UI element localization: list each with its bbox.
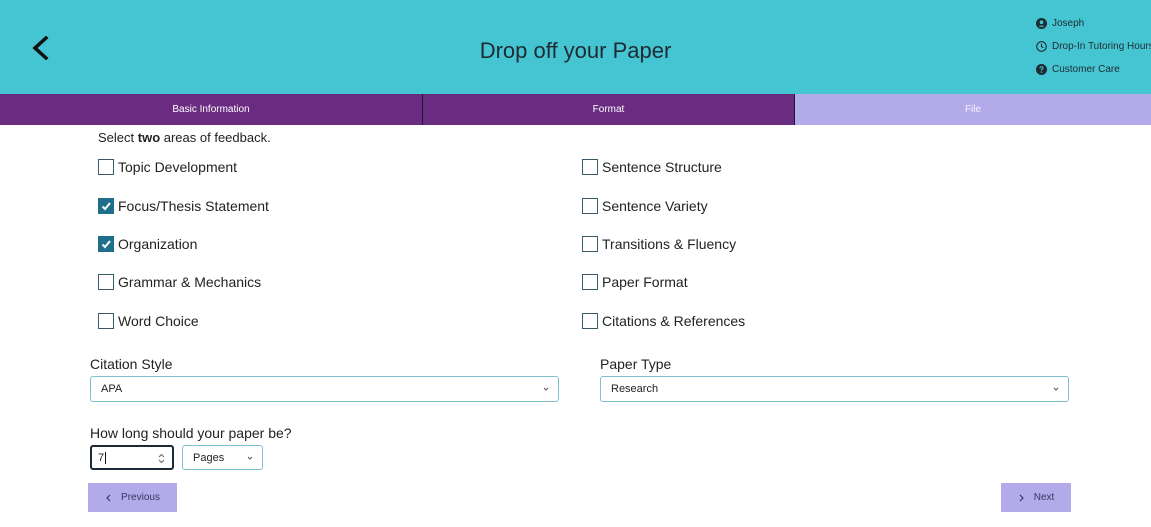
citation-style-label: Citation Style <box>90 356 173 372</box>
paper-length-label: How long should your paper be? <box>90 425 292 441</box>
checkbox-sentence-variety[interactable]: Sentence Variety <box>582 197 708 215</box>
chevron-right-icon <box>1019 494 1024 501</box>
checkbox[interactable] <box>582 274 598 290</box>
next-button-label: Next <box>1033 492 1055 503</box>
checkbox-label: Paper Format <box>602 274 688 290</box>
clock-icon <box>1036 41 1047 52</box>
customer-care-label: Customer Care <box>1052 64 1120 75</box>
page-title: Drop off your Paper <box>479 38 672 63</box>
feedback-instruction: Select two areas of feedback. <box>98 130 271 145</box>
checkbox-sentence-structure[interactable]: Sentence Structure <box>582 158 722 176</box>
checkbox[interactable] <box>98 198 114 214</box>
tutoring-hours-link[interactable]: Drop-In Tutoring Hours <box>1026 35 1151 58</box>
checkbox-label: Sentence Structure <box>602 159 722 175</box>
checkbox[interactable] <box>98 236 114 252</box>
checkbox[interactable] <box>582 198 598 214</box>
checkbox-label: Transitions & Fluency <box>602 236 737 252</box>
tutoring-hours-label: Drop-In Tutoring Hours <box>1052 41 1151 52</box>
paper-type-value: Research <box>611 383 659 395</box>
checkbox[interactable] <box>98 274 114 290</box>
paper-length-value: 7 <box>98 451 105 464</box>
checkbox[interactable] <box>98 313 114 329</box>
checkbox-label: Topic Development <box>118 159 238 175</box>
previous-button[interactable]: Previous <box>88 483 177 512</box>
chevron-left-icon <box>106 494 111 501</box>
previous-button-label: Previous <box>121 492 160 503</box>
checkbox-topic-development[interactable]: Topic Development <box>98 158 237 176</box>
checkmark-icon <box>101 240 111 249</box>
checkbox[interactable] <box>582 313 598 329</box>
chevron-down-icon <box>247 456 253 460</box>
app-header: Drop off your Paper Joseph Drop-In Tutor… <box>0 0 1151 94</box>
tab-file[interactable]: File <box>795 94 1151 125</box>
checkbox[interactable] <box>98 159 114 175</box>
paper-type-select[interactable]: Research <box>600 376 1069 402</box>
paper-length-input[interactable]: 7 <box>90 445 174 470</box>
checkbox-citations-references[interactable]: Citations & References <box>582 312 745 330</box>
checkbox-focus-thesis[interactable]: Focus/Thesis Statement <box>98 197 269 215</box>
text-cursor <box>105 451 107 464</box>
checkbox-organization[interactable]: Organization <box>98 235 197 253</box>
spinner-arrows-icon[interactable] <box>157 453 166 464</box>
checkbox-grammar-mechanics[interactable]: Grammar & Mechanics <box>98 273 261 291</box>
instruction-suffix: areas of feedback. <box>160 130 271 145</box>
instruction-prefix: Select <box>98 130 138 145</box>
user-circle-icon <box>1036 18 1047 29</box>
citation-style-value: APA <box>101 383 123 395</box>
checkbox[interactable] <box>582 159 598 175</box>
instruction-emphasis: two <box>137 130 161 145</box>
tab-format[interactable]: Format <box>423 94 795 125</box>
checkbox[interactable] <box>582 236 598 252</box>
checkbox-label: Focus/Thesis Statement <box>118 198 269 214</box>
chevron-down-icon <box>543 387 549 391</box>
checkbox-label: Word Choice <box>118 313 199 329</box>
step-tabs: Basic Information Format File <box>0 94 1151 125</box>
user-link[interactable]: Joseph <box>1026 12 1151 35</box>
chevron-down-icon <box>1053 387 1059 391</box>
checkbox-label: Grammar & Mechanics <box>118 274 262 290</box>
paper-type-label: Paper Type <box>600 356 672 372</box>
question-circle-icon <box>1036 64 1047 75</box>
citation-style-select[interactable]: APA <box>90 376 559 402</box>
customer-care-link[interactable]: Customer Care <box>1026 58 1151 81</box>
checkbox-label: Organization <box>118 236 198 252</box>
user-link-label: Joseph <box>1052 18 1085 29</box>
checkbox-paper-format[interactable]: Paper Format <box>582 273 688 291</box>
paper-length-unit-select[interactable]: Pages <box>182 445 263 470</box>
next-button[interactable]: Next <box>1001 483 1071 512</box>
checkbox-label: Citations & References <box>602 313 746 329</box>
tab-basic-information[interactable]: Basic Information <box>0 94 423 125</box>
paper-length-unit-value: Pages <box>193 451 225 464</box>
checkbox-label: Sentence Variety <box>602 198 708 214</box>
checkbox-transitions-fluency[interactable]: Transitions & Fluency <box>582 235 736 253</box>
checkmark-icon <box>101 202 111 211</box>
checkbox-word-choice[interactable]: Word Choice <box>98 312 199 330</box>
account-links: Joseph Drop-In Tutoring Hours Customer C… <box>1026 12 1151 81</box>
